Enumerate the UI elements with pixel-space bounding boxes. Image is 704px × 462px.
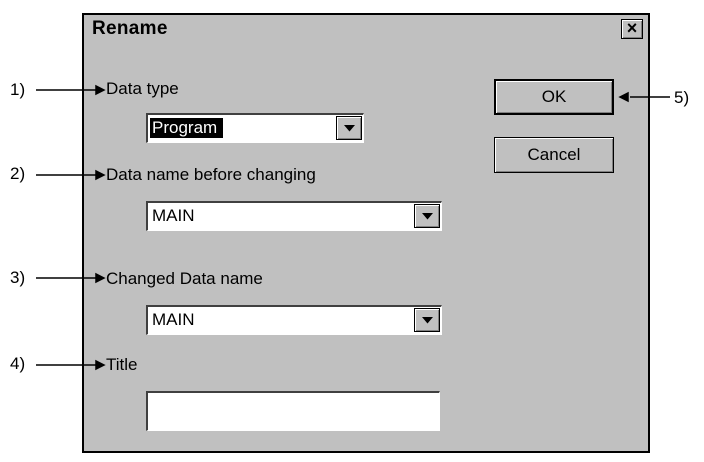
callout-arrows [36, 84, 670, 371]
arrow-1-head [95, 84, 106, 96]
arrow-2-head [95, 169, 106, 181]
arrow-4-head [95, 359, 106, 371]
arrow-3-head [95, 272, 106, 284]
arrow-5-head [618, 91, 629, 103]
